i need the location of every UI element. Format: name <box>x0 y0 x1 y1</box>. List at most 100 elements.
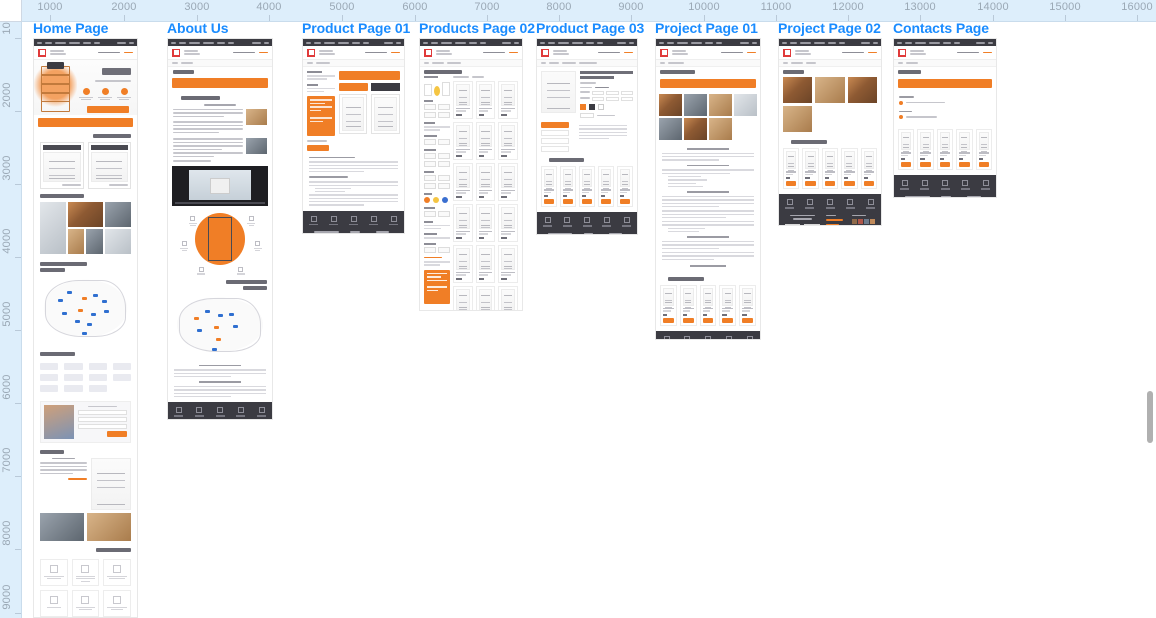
site-header-nav[interactable] <box>537 39 637 46</box>
site-footer[interactable] <box>303 210 404 233</box>
product-card[interactable] <box>453 121 473 160</box>
artboard-canvas-project-page-02[interactable] <box>778 38 882 226</box>
site-logo-bar[interactable] <box>303 46 404 60</box>
project-photo[interactable] <box>783 77 813 103</box>
artboard-project-page-02[interactable]: Project Page 02 <box>778 22 882 226</box>
artboard-products-page-02[interactable]: Products Page 02 <box>419 22 535 311</box>
product-card[interactable] <box>498 244 518 283</box>
breadcrumb[interactable] <box>537 60 637 67</box>
project-photo[interactable] <box>659 118 682 140</box>
product-card[interactable] <box>498 80 518 119</box>
site-logo-bar[interactable] <box>656 46 760 60</box>
site-logo-bar[interactable] <box>779 46 881 60</box>
consultation-submit-button[interactable] <box>107 431 127 438</box>
product-card[interactable] <box>841 148 858 189</box>
product-card[interactable] <box>475 121 496 160</box>
footer-callback-form[interactable] <box>309 231 344 233</box>
buy-button[interactable] <box>786 181 797 186</box>
artboard-canvas-home-page[interactable] <box>33 38 138 618</box>
project-photo[interactable] <box>659 94 682 116</box>
promo-banner[interactable] <box>38 118 133 127</box>
site-logo-bar[interactable] <box>420 46 522 60</box>
buy-button[interactable] <box>722 317 734 323</box>
product-card[interactable] <box>475 203 496 242</box>
tab-button[interactable] <box>370 83 401 91</box>
site-footer[interactable] <box>779 194 881 225</box>
site-header-nav[interactable] <box>420 39 522 46</box>
inline-photo[interactable] <box>246 138 267 154</box>
buy-button[interactable] <box>805 181 816 186</box>
project-photo[interactable] <box>709 118 732 140</box>
site-logo-bar[interactable] <box>34 46 137 60</box>
advantage-card[interactable] <box>103 589 131 617</box>
tab-button[interactable] <box>338 83 368 91</box>
artboard-home-page[interactable]: Home Page <box>33 22 138 618</box>
buy-button[interactable] <box>544 199 554 204</box>
buy-button[interactable] <box>920 162 931 167</box>
product-card[interactable] <box>679 284 697 326</box>
footer-menu-column[interactable] <box>941 195 961 197</box>
vertical-ruler[interactable]: 1000 2000 3000 4000 5000 6000 7000 8000 9000 <box>0 22 22 618</box>
product-card[interactable] <box>453 162 473 201</box>
sidebar-cta-button[interactable] <box>307 144 330 151</box>
buy-button[interactable] <box>663 317 674 323</box>
product-card[interactable] <box>475 285 496 310</box>
product-card[interactable] <box>783 148 800 189</box>
interior-photo[interactable] <box>68 201 103 227</box>
advantage-card[interactable] <box>71 589 100 617</box>
breadcrumb[interactable] <box>656 60 760 67</box>
orange-banner[interactable] <box>898 79 992 88</box>
horizontal-ruler[interactable]: 1000 2000 3000 4000 5000 6000 7000 8000 9000 1000… <box>22 0 1156 22</box>
tab-reviews[interactable] <box>541 146 569 152</box>
site-footer[interactable] <box>894 175 996 197</box>
product-card[interactable] <box>579 166 595 207</box>
artboard-product-page-01[interactable]: Product Page 01 <box>302 22 410 234</box>
project-photo[interactable] <box>847 77 877 103</box>
orange-banner[interactable] <box>172 78 268 88</box>
artboard-canvas-products-page-02[interactable] <box>419 38 523 311</box>
product-card[interactable] <box>498 285 518 310</box>
footer-name-input[interactable] <box>785 223 800 225</box>
product-card[interactable] <box>936 129 954 170</box>
swatch-orange[interactable] <box>579 104 586 110</box>
site-header-nav[interactable] <box>656 39 760 46</box>
project-photo[interactable] <box>684 94 707 116</box>
product-card[interactable] <box>617 166 633 207</box>
footer-callback-form[interactable] <box>543 232 578 234</box>
orange-banner[interactable] <box>660 79 756 88</box>
vertical-scrollbar[interactable] <box>1146 0 1154 596</box>
artboard-canvas-product-page-01[interactable] <box>302 38 405 234</box>
product-card[interactable] <box>660 284 677 326</box>
product-card[interactable] <box>475 80 496 119</box>
project-photo[interactable] <box>709 94 732 116</box>
product-card[interactable] <box>560 166 576 207</box>
footer-menu-column[interactable] <box>583 232 603 234</box>
breadcrumb[interactable] <box>168 60 272 67</box>
artboard-contacts-page[interactable]: Contacts Page <box>893 22 997 198</box>
buy-button[interactable] <box>939 162 951 167</box>
swatch-white[interactable] <box>597 104 604 110</box>
filter-sidebar[interactable] <box>424 76 451 310</box>
swatch-dark[interactable] <box>588 104 595 110</box>
product-card[interactable] <box>802 148 819 189</box>
interior-photo[interactable] <box>86 228 103 254</box>
advantage-card[interactable] <box>103 558 131 586</box>
product-card[interactable] <box>898 129 915 170</box>
consultation-form[interactable] <box>77 405 127 438</box>
buy-button[interactable] <box>863 181 874 186</box>
advantage-card[interactable] <box>40 589 68 617</box>
advantage-card[interactable] <box>71 558 100 586</box>
product-card[interactable] <box>475 162 496 201</box>
catalogue-card[interactable] <box>40 142 84 189</box>
project-photo[interactable] <box>684 118 707 140</box>
product-card[interactable] <box>498 121 518 160</box>
sidebar-promo-card[interactable] <box>424 269 451 304</box>
site-footer[interactable] <box>168 402 272 419</box>
buy-button[interactable] <box>824 181 836 186</box>
hero-cta-button[interactable] <box>87 105 129 113</box>
inline-photo[interactable] <box>246 108 267 125</box>
ukraine-map[interactable] <box>40 275 131 348</box>
interior-photo[interactable] <box>104 228 131 254</box>
site-logo-bar[interactable] <box>168 46 272 60</box>
artboard-project-page-01[interactable]: Project Page 01 <box>655 22 761 340</box>
